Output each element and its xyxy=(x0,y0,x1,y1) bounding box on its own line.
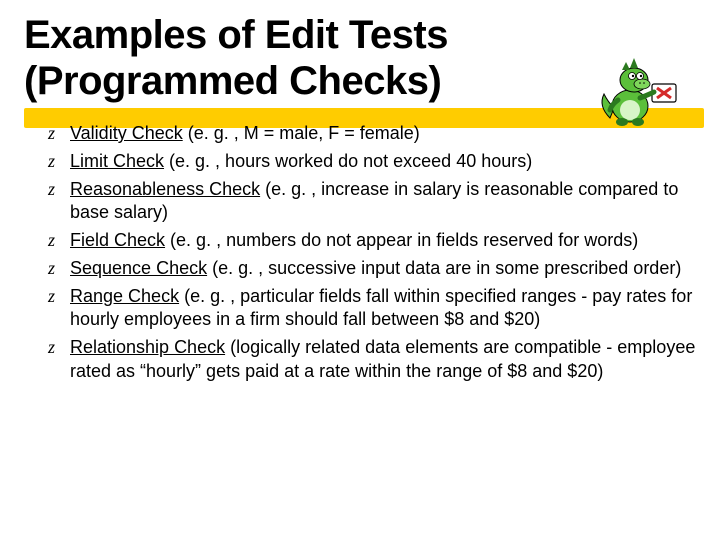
item-term: Validity Check xyxy=(70,123,183,143)
item-rest: (e. g. , successive input data are in so… xyxy=(207,258,681,278)
item-term: Reasonableness Check xyxy=(70,179,260,199)
title-line-1: Examples of Edit Tests xyxy=(24,13,448,57)
list-item: Sequence Check (e. g. , successive input… xyxy=(48,257,696,281)
item-term: Limit Check xyxy=(70,151,164,171)
item-term: Sequence Check xyxy=(70,258,207,278)
list-item: Relationship Check (logically related da… xyxy=(48,336,696,384)
list-item: Limit Check (e. g. , hours worked do not… xyxy=(48,150,696,174)
item-term: Relationship Check xyxy=(70,337,225,357)
bullet-list: Validity Check (e. g. , M = male, F = fe… xyxy=(24,122,696,384)
dragon-mascot-icon xyxy=(590,46,680,141)
item-term: Range Check xyxy=(70,286,179,306)
item-rest: (e. g. , hours worked do not exceed 40 h… xyxy=(164,151,532,171)
title-line-2: (Programmed Checks) xyxy=(24,59,441,103)
list-item: Range Check (e. g. , particular fields f… xyxy=(48,285,696,333)
item-rest: (e. g. , M = male, F = female) xyxy=(183,123,420,143)
item-term: Field Check xyxy=(70,230,165,250)
list-item: Reasonableness Check (e. g. , increase i… xyxy=(48,178,696,226)
title-block: Examples of Edit Tests (Programmed Check… xyxy=(24,12,696,104)
slide: Examples of Edit Tests (Programmed Check… xyxy=(0,0,720,540)
item-rest: (e. g. , numbers do not appear in fields… xyxy=(165,230,638,250)
list-item: Field Check (e. g. , numbers do not appe… xyxy=(48,229,696,253)
